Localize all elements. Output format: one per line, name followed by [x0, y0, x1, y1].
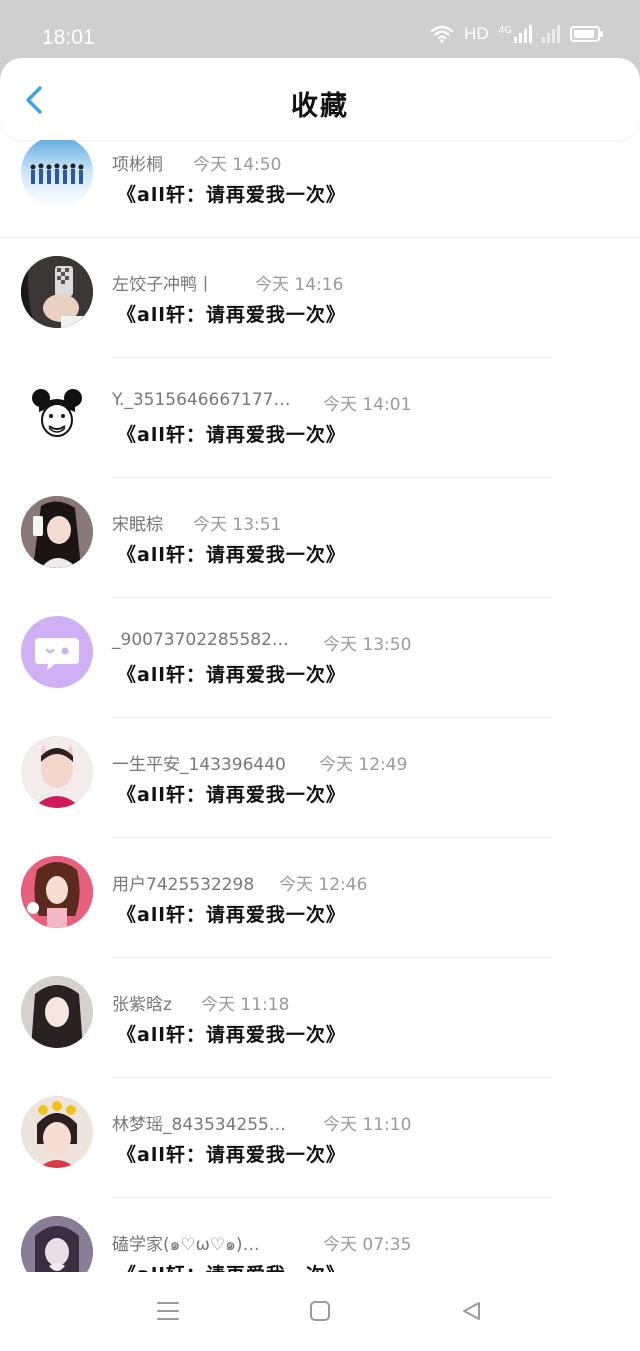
- favorite-item[interactable]: 一生平安_143396440 今天 12:49 《all轩：请再爱我一次》: [0, 718, 640, 838]
- favorite-item[interactable]: 左饺子冲鸭丨 今天 14:16 《all轩：请再爱我一次》: [0, 238, 640, 358]
- battery-icon: [570, 26, 603, 42]
- favorite-message[interactable]: 《all轩：请再爱我一次》: [117, 1140, 346, 1167]
- favorite-item[interactable]: 用户7425532298 今天 12:46 《all轩：请再爱我一次》: [0, 838, 640, 958]
- signal-bar: [552, 29, 555, 43]
- signal-bar: [547, 33, 550, 43]
- favorite-message[interactable]: 《all轩：请再爱我一次》: [117, 540, 346, 567]
- wifi-icon: [430, 25, 454, 43]
- status-icons: HD 4G: [430, 24, 603, 44]
- user-name[interactable]: 宋眠棕: [112, 510, 163, 535]
- favorite-item[interactable]: Y._3515646667177… 今天 14:01 《all轩：请再爱我一次》: [0, 358, 640, 478]
- chat-bubble-icon: [35, 638, 79, 670]
- user-name[interactable]: Y._3515646667177…: [112, 390, 290, 410]
- favorite-item[interactable]: 磕学家(๑♡ω♡๑)… 今天 07:35 《all轩：请再爱我一次》: [0, 1198, 640, 1272]
- favorite-message[interactable]: 《all轩：请再爱我一次》: [117, 780, 346, 807]
- user-name[interactable]: 左饺子冲鸭丨: [112, 270, 214, 295]
- favorite-time: 今天 12:49: [319, 755, 408, 775]
- user-name[interactable]: 项彬桐: [112, 150, 163, 175]
- back-icon[interactable]: [460, 1300, 482, 1322]
- avatar[interactable]: [21, 496, 93, 568]
- avatar-image: [21, 1096, 93, 1168]
- avatar[interactable]: [21, 376, 93, 448]
- avatar[interactable]: [21, 1096, 93, 1168]
- favorite-time: 今天 11:10: [323, 1115, 412, 1135]
- avatar[interactable]: [21, 616, 93, 688]
- avatar[interactable]: [21, 856, 93, 928]
- hd-indicator: HD: [464, 24, 489, 43]
- signal-bar: [519, 33, 522, 43]
- favorite-time: 今天 14:16: [255, 275, 344, 295]
- favorite-message[interactable]: 《all轩：请再爱我一次》: [117, 180, 346, 207]
- avatar-image: [30, 163, 84, 184]
- signal-bar: [542, 37, 545, 43]
- avatar-image: [21, 976, 93, 1048]
- avatar[interactable]: [21, 736, 93, 808]
- avatar-image: [21, 256, 93, 328]
- user-name[interactable]: _90073702285582…: [112, 630, 289, 650]
- avatar-image: [21, 856, 93, 928]
- favorite-time: 今天 14:50: [193, 155, 282, 175]
- system-nav-bar: [0, 1272, 640, 1351]
- favorite-item[interactable]: 宋眠棕 今天 13:51 《all轩：请再爱我一次》: [0, 478, 640, 598]
- favorite-time: 今天 14:01: [323, 395, 412, 415]
- avatar-image: [32, 389, 82, 437]
- avatar-image: [21, 736, 93, 808]
- avatar[interactable]: [21, 976, 93, 1048]
- signal-bar: [524, 29, 527, 43]
- favorite-message[interactable]: 《all轩：请再爱我一次》: [117, 300, 346, 327]
- user-name[interactable]: 张紫晗z: [112, 990, 172, 1015]
- nav-header: 收藏: [0, 58, 640, 140]
- avatar[interactable]: [21, 140, 93, 208]
- favorite-message[interactable]: 《all轩：请再爱我一次》: [117, 900, 346, 927]
- avatar-image: [21, 496, 93, 568]
- avatar[interactable]: [21, 1216, 93, 1272]
- signal-bar: [557, 25, 560, 43]
- favorite-item[interactable]: 项彬桐 今天 14:50 《all轩：请再爱我一次》: [0, 140, 640, 238]
- favorite-item[interactable]: 林梦瑶_843534255… 今天 11:10 《all轩：请再爱我一次》: [0, 1078, 640, 1198]
- favorite-message[interactable]: 《all轩：请再爱我一次》: [117, 660, 346, 687]
- favorite-message[interactable]: 《all轩：请再爱我一次》: [117, 1020, 346, 1047]
- home-icon[interactable]: [309, 1300, 331, 1322]
- favorite-item[interactable]: 张紫晗z 今天 11:18 《all轩：请再爱我一次》: [0, 958, 640, 1078]
- status-time: 18:01: [42, 26, 95, 49]
- favorites-list[interactable]: 项彬桐 今天 14:50 《all轩：请再爱我一次》 左饺子冲鸭丨 今天 14:…: [0, 140, 640, 1272]
- favorite-message[interactable]: 《all轩：请再爱我一次》: [117, 420, 346, 447]
- user-name[interactable]: 一生平安_143396440: [112, 750, 286, 775]
- user-name[interactable]: 林梦瑶_843534255…: [112, 1110, 286, 1135]
- favorite-time: 今天 07:35: [323, 1235, 412, 1255]
- favorite-item[interactable]: _90073702285582… 今天 13:50 《all轩：请再爱我一次》: [0, 598, 640, 718]
- favorite-time: 今天 11:18: [201, 995, 290, 1015]
- signal-bar: [514, 37, 517, 43]
- favorite-time: 今天 12:46: [279, 875, 368, 895]
- favorite-time: 今天 13:51: [193, 515, 282, 535]
- favorite-time: 今天 13:50: [323, 635, 412, 655]
- favorite-message[interactable]: 《all轩：请再爱我一次》: [117, 1260, 346, 1272]
- signal-bar: [529, 25, 532, 43]
- avatar-image: [21, 1216, 93, 1272]
- signal-2-icon: [542, 25, 560, 43]
- avatar[interactable]: [21, 256, 93, 328]
- signal-icon: 4G: [499, 25, 532, 43]
- page-title: 收藏: [291, 91, 349, 122]
- network-type-label: 4G: [498, 25, 512, 36]
- user-name[interactable]: 磕学家(๑♡ω♡๑)…: [112, 1230, 260, 1258]
- menu-icon[interactable]: [156, 1300, 180, 1322]
- user-name[interactable]: 用户7425532298: [112, 870, 254, 895]
